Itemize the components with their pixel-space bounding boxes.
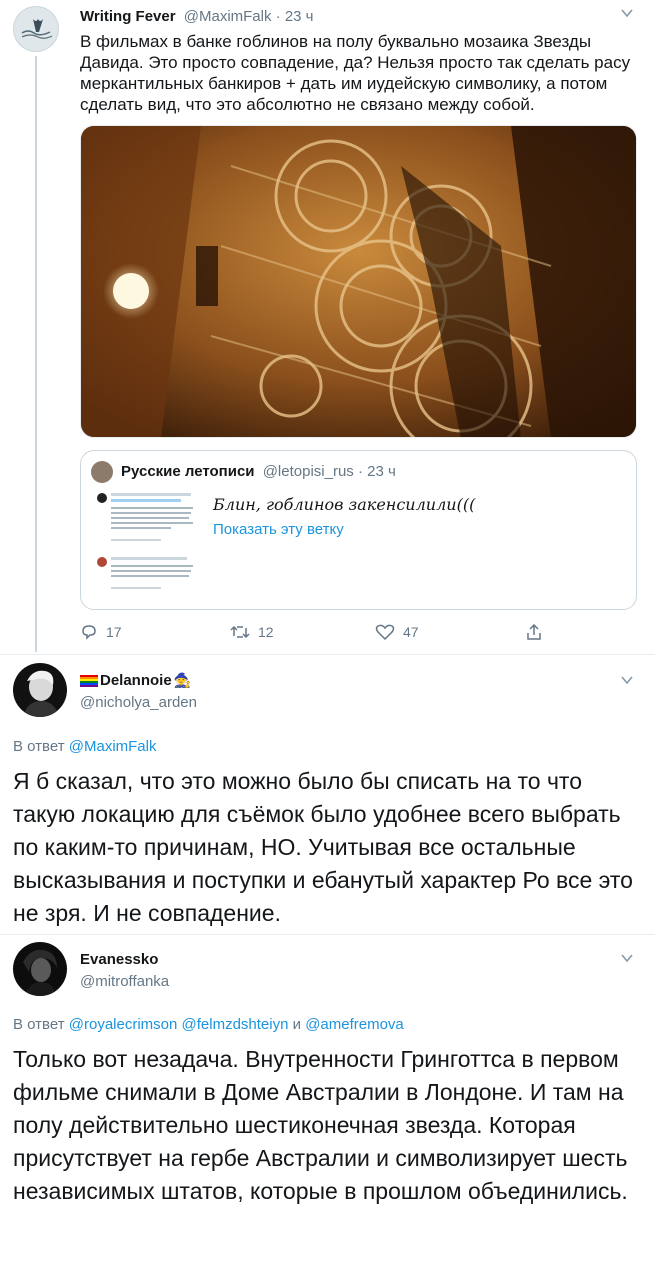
avatar (91, 461, 113, 483)
divider (0, 654, 655, 655)
tweet-text: Я б сказал, что это можно было бы списат… (13, 768, 633, 926)
like-icon (375, 624, 395, 641)
handle[interactable]: @nicholya_arden (80, 694, 197, 711)
reply-context: В ответ @royalecrimson @felmzdshteiyn и … (13, 1016, 404, 1033)
reply-and: и (292, 1016, 302, 1033)
reply-to-link[interactable]: @felmzdshteiyn (182, 1016, 289, 1033)
chevron-down-icon[interactable] (620, 951, 634, 968)
whale-tail-logo-icon (21, 19, 53, 39)
tweet-text: Только вот незадача. Внутренности Гринго… (13, 1046, 628, 1204)
like-button[interactable]: 47 (375, 623, 419, 641)
handle[interactable]: @MaximFalk (184, 8, 272, 25)
wizard-emoji-icon: 🧙 (173, 672, 192, 688)
thread-line (35, 56, 37, 652)
reply-count: 17 (106, 624, 122, 640)
retweet-button[interactable]: 12 (230, 623, 274, 641)
share-button[interactable] (525, 623, 543, 641)
avatar[interactable] (13, 6, 59, 52)
quoted-timestamp: · 23 ч (357, 463, 396, 480)
quoted-text: Блин, гоблинов закенсилили((( (213, 495, 476, 514)
like-count: 47 (403, 624, 419, 640)
quoted-thumbnail (91, 489, 201, 601)
share-icon (527, 623, 541, 640)
retweet-icon (230, 625, 250, 639)
reply-icon (82, 625, 96, 640)
chevron-down-icon[interactable] (620, 673, 634, 690)
divider (0, 934, 655, 935)
reply-to-link[interactable]: @royalecrimson (69, 1016, 178, 1033)
quoted-handle: @letopisi_rus (262, 463, 354, 480)
reply-button[interactable]: 17 (80, 623, 122, 641)
quoted-tweet[interactable]: Русские летописи @letopisi_rus · 23 ч Бл… (80, 450, 637, 610)
reply-prefix: В ответ (13, 738, 65, 755)
avatar[interactable] (13, 942, 67, 996)
handle[interactable]: @mitroffanka (80, 973, 169, 990)
reply-context: В ответ @MaximFalk (13, 738, 156, 755)
display-name[interactable]: Evanessko (80, 951, 158, 968)
rainbow-flag-icon (80, 674, 98, 687)
retweet-count: 12 (258, 624, 274, 640)
quoted-display-name: Русские летописи (121, 463, 255, 480)
timestamp[interactable]: · 23 ч (276, 8, 314, 25)
display-name[interactable]: Delannoie (100, 672, 172, 689)
reply-to-link[interactable]: @amefremova (305, 1016, 404, 1033)
show-thread-link[interactable]: Показать эту ветку (213, 521, 344, 538)
chevron-down-icon[interactable] (620, 6, 634, 23)
tweet-image[interactable] (80, 125, 637, 438)
reply-prefix: В ответ (13, 1016, 65, 1033)
reply-to-link[interactable]: @MaximFalk (69, 738, 157, 755)
display-name[interactable]: Writing Fever (80, 8, 176, 25)
avatar[interactable] (13, 663, 67, 717)
tweet-text: В фильмах в банке гоблинов на полу буква… (80, 32, 631, 114)
